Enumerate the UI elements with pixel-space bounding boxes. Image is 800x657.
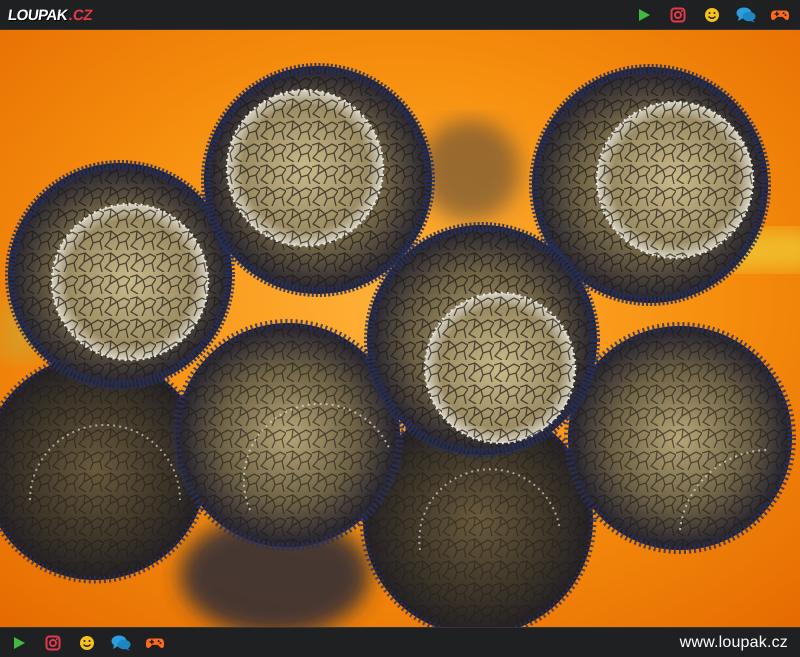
bottom-icon-group (9, 633, 165, 653)
smiley-icon[interactable] (702, 5, 722, 25)
site-logo[interactable]: LOUPAK. CZ (6, 5, 94, 25)
sphere-back-left (0, 352, 211, 584)
sphere-center-low (172, 319, 404, 551)
logo-tld-text: CZ (71, 6, 94, 24)
gamepad-icon[interactable] (770, 5, 790, 25)
gamepad-icon[interactable] (145, 633, 165, 653)
footer-site-url[interactable]: www.loupak.cz (680, 634, 788, 652)
smiley-icon[interactable] (77, 633, 97, 653)
top-bar: LOUPAK. CZ (0, 0, 800, 30)
sphere-top-left (5, 160, 235, 390)
chat-icon[interactable] (736, 5, 756, 25)
play-icon[interactable] (634, 5, 654, 25)
play-icon[interactable] (9, 633, 29, 653)
sphere-middle (364, 222, 600, 458)
instagram-icon[interactable] (668, 5, 688, 25)
macro-photo (0, 30, 800, 627)
logo-main-text: LOUPAK (6, 6, 69, 24)
top-icon-group (634, 5, 790, 25)
bottom-bar: www.loupak.cz (0, 627, 800, 657)
sphere-back-right (564, 322, 796, 554)
instagram-icon[interactable] (43, 633, 63, 653)
macro-photo-illustration (0, 30, 800, 627)
chat-icon[interactable] (111, 633, 131, 653)
